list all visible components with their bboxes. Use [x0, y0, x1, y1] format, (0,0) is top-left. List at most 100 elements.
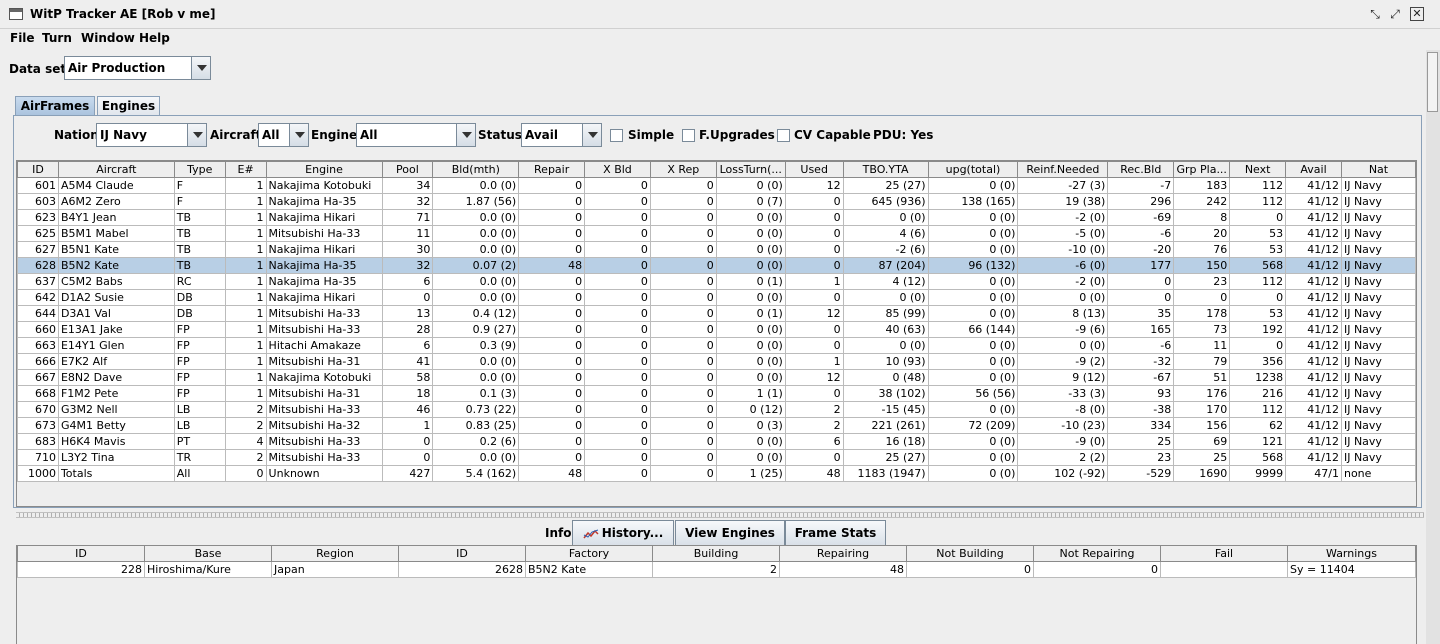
table-cell: LB	[173, 401, 226, 418]
chevron-down-icon[interactable]	[289, 124, 308, 146]
menu-window[interactable]: Window	[81, 31, 135, 45]
cvcapable-checkbox[interactable]	[777, 129, 790, 142]
table-row[interactable]: 1000 Totals All 0 Unknown 427 5.4 (162) 48 0 0 1 (…	[17, 465, 1416, 482]
chevron-down-icon[interactable]	[191, 57, 210, 79]
table-row[interactable]: 637 C5M2 Babs RC 1 Nakajima Ha-35 6 0.0 (0) 0 0 0…	[17, 273, 1416, 290]
table-cell: 0 (0)	[1017, 289, 1109, 306]
column-header[interactable]: Repair	[518, 161, 586, 178]
table-row[interactable]: 625 B5M1 Mabel TB 1 Mitsubishi Ha-33 11 0.0 (0…	[17, 225, 1416, 242]
table-row[interactable]: 667 E8N2 Dave FP 1 Nakajima Kotobuki 58 0.0 (0…	[17, 369, 1416, 386]
maximize-icon[interactable]: ⤢	[1388, 7, 1402, 21]
table-cell: 0	[649, 385, 717, 402]
engine-select[interactable]: All	[356, 123, 476, 147]
column-header[interactable]: Region	[271, 545, 399, 562]
column-header[interactable]: Type	[173, 161, 226, 178]
table-cell: 0 (0)	[715, 449, 786, 466]
dataset-select[interactable]: Air Production	[64, 56, 211, 80]
table-cell: 0.0 (0)	[432, 273, 520, 290]
column-header[interactable]: ID	[398, 545, 526, 562]
column-header[interactable]: Factory	[525, 545, 653, 562]
column-header[interactable]: Engine	[265, 161, 383, 178]
column-header[interactable]: Not Repairing	[1033, 545, 1161, 562]
table-row[interactable]: 601 A5M4 Claude F 1 Nakajima Kotobuki 34 0.0 (…	[17, 177, 1416, 194]
menu-file[interactable]: File	[10, 31, 35, 45]
table-row[interactable]: 623 B4Y1 Jean TB 1 Nakajima Hikari 71 0.0 (0) 0…	[17, 209, 1416, 226]
column-header[interactable]: ID	[17, 545, 145, 562]
table-row[interactable]: 666 E7K2 Alf FP 1 Mitsubishi Ha-31 41 0.0 (0) 0…	[17, 353, 1416, 370]
table-cell: D1A2 Susie	[57, 289, 175, 306]
table-cell: 0 (0)	[927, 369, 1019, 386]
table-row[interactable]: 628 B5N2 Kate TB 1 Nakajima Ha-35 32 0.07 (2) 4…	[17, 257, 1416, 274]
table-cell: 62	[1229, 417, 1287, 434]
table-cell: 0	[584, 289, 651, 306]
split-pane-divider[interactable]	[16, 512, 1424, 518]
table-cell: F	[173, 193, 226, 210]
column-header[interactable]: Building	[652, 545, 780, 562]
table-cell: 1690	[1173, 465, 1231, 482]
column-header[interactable]: Pool	[381, 161, 434, 178]
column-header[interactable]: Aircraft	[57, 161, 175, 178]
table-row[interactable]: 660 E13A1 Jake FP 1 Mitsubishi Ha-33 28 0.9 (2…	[17, 321, 1416, 338]
table-row[interactable]: 228 Hiroshima/Kure Japan 2628 B5N2 Kate 2 48 0 0…	[17, 561, 1416, 578]
table-cell: 51	[1173, 369, 1231, 386]
column-header[interactable]: upg(total)	[927, 161, 1019, 178]
menu-help[interactable]: Help	[139, 31, 170, 45]
column-header[interactable]: X Rep	[649, 161, 717, 178]
simple-checkbox[interactable]	[610, 129, 623, 142]
column-header[interactable]: Avail	[1285, 161, 1342, 178]
column-header[interactable]: Fail	[1160, 545, 1288, 562]
column-header[interactable]: X Bld	[584, 161, 651, 178]
table-cell: Nakajima Ha-35	[265, 257, 383, 274]
chevron-down-icon[interactable]	[456, 124, 475, 146]
column-header[interactable]: ID	[17, 161, 59, 178]
menu-turn[interactable]: Turn	[42, 31, 72, 45]
table-row[interactable]: 710 L3Y2 Tina TR 2 Mitsubishi Ha-33 0 0.0 (0) 0…	[17, 449, 1416, 466]
column-header[interactable]: Next	[1229, 161, 1287, 178]
scrollbar-thumb[interactable]	[1427, 52, 1438, 112]
tab-engines[interactable]: Engines	[97, 96, 160, 116]
status-select[interactable]: Avail	[521, 123, 602, 147]
table-cell: 0 (0)	[715, 289, 786, 306]
engine-label: Engine:	[311, 128, 362, 142]
column-header[interactable]: Grp Pla...	[1173, 161, 1231, 178]
table-row[interactable]: 683 H6K4 Mavis PT 4 Mitsubishi Ha-33 0 0.2 (6)…	[17, 433, 1416, 450]
column-header[interactable]: E#	[224, 161, 267, 178]
column-header[interactable]: Rec.Bld	[1107, 161, 1175, 178]
iconify-icon[interactable]: ⤡	[1368, 7, 1382, 21]
table-cell: DB	[173, 305, 226, 322]
table-cell: B5N1 Kate	[57, 241, 175, 258]
chevron-down-icon[interactable]	[582, 124, 601, 146]
frame-stats-button[interactable]: Frame Stats	[785, 520, 886, 546]
chevron-down-icon[interactable]	[187, 124, 206, 146]
tab-airframes[interactable]: AirFrames	[15, 96, 95, 116]
column-header[interactable]: Nat	[1340, 161, 1416, 178]
table-cell: 4 (6)	[842, 225, 929, 242]
vertical-scrollbar[interactable]	[1426, 50, 1440, 644]
table-cell: Japan	[271, 561, 399, 578]
column-header[interactable]: TBO.YTA	[842, 161, 929, 178]
fupgrades-checkbox[interactable]	[682, 129, 695, 142]
column-header[interactable]: Not Building	[906, 545, 1034, 562]
column-header[interactable]: Used	[784, 161, 844, 178]
table-row[interactable]: 627 B5N1 Kate TB 1 Nakajima Hikari 30 0.0 (0) 0…	[17, 241, 1416, 258]
table-row[interactable]: 673 G4M1 Betty LB 2 Mitsubishi Ha-32 1 0.83 (2…	[17, 417, 1416, 434]
column-header[interactable]: LossTurn(...	[715, 161, 786, 178]
table-cell: 41/12	[1285, 225, 1342, 242]
close-icon[interactable]: ✕	[1410, 7, 1424, 21]
table-row[interactable]: 663 E14Y1 Glen FP 1 Hitachi Amakaze 6 0.3 (9) 0…	[17, 337, 1416, 354]
table-row[interactable]: 603 A6M2 Zero F 1 Nakajima Ha-35 32 1.87 (56) 0…	[17, 193, 1416, 210]
table-row[interactable]: 642 D1A2 Susie DB 1 Nakajima Hikari 0 0.0 (0) 0…	[17, 289, 1416, 306]
nation-select[interactable]: IJ Navy	[96, 123, 207, 147]
column-header[interactable]: Bld(mth)	[432, 161, 520, 178]
column-header[interactable]: Repairing	[779, 545, 907, 562]
aircraft-select[interactable]: All	[258, 123, 309, 147]
column-header[interactable]: Base	[144, 545, 272, 562]
table-row[interactable]: 644 D3A1 Val DB 1 Mitsubishi Ha-33 13 0.4 (12)…	[17, 305, 1416, 322]
table-row[interactable]: 668 F1M2 Pete FP 1 Mitsubishi Ha-31 18 0.1 (3)…	[17, 385, 1416, 402]
view-engines-button[interactable]: View Engines	[675, 520, 785, 546]
history-button[interactable]: History...	[572, 520, 674, 546]
column-header[interactable]: Reinf.Needed	[1017, 161, 1109, 178]
table-cell: 216	[1229, 385, 1287, 402]
table-row[interactable]: 670 G3M2 Nell LB 2 Mitsubishi Ha-33 46 0.73 (2…	[17, 401, 1416, 418]
column-header[interactable]: Warnings	[1287, 545, 1416, 562]
